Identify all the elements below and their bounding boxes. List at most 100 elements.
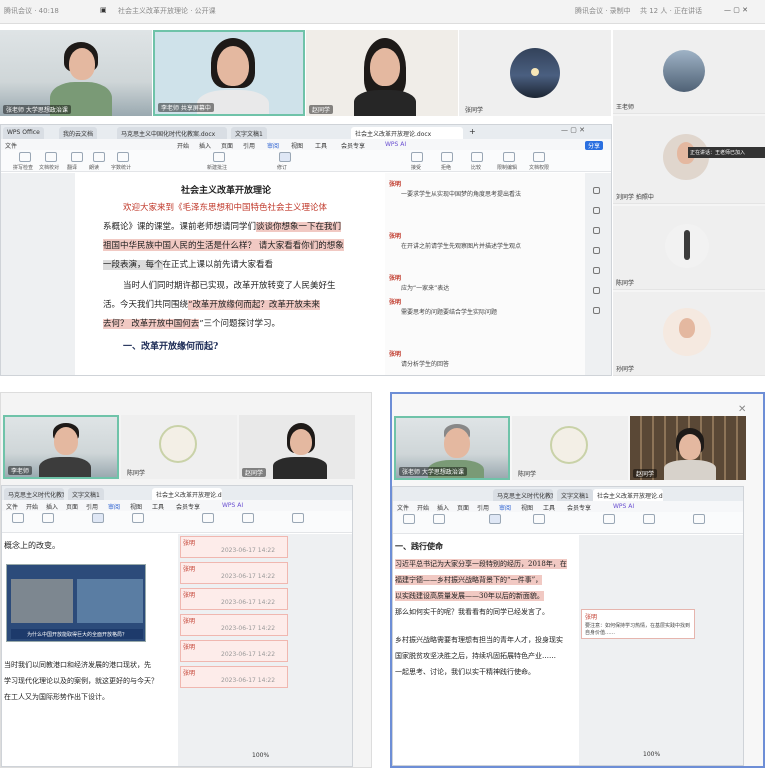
sidebar-tile-4[interactable]: 孙同学: [613, 292, 765, 376]
zoom-level[interactable]: 100%: [643, 751, 660, 758]
menu-file[interactable]: 文件: [5, 141, 17, 150]
comment-card[interactable]: 张明 2023-06-17 14:22: [180, 588, 288, 610]
video-tile-9[interactable]: 陈同学: [512, 416, 628, 480]
spellcheck-icon[interactable]: [19, 152, 31, 162]
menu-wps-ai[interactable]: WPS AI: [385, 141, 406, 148]
tab-cloud[interactable]: 我的云文档: [59, 127, 98, 139]
menu-insert[interactable]: 插入: [199, 141, 211, 150]
menu-view[interactable]: 视图: [521, 503, 533, 512]
participants-status[interactable]: 共 12 人 · 正在讲话: [640, 6, 702, 16]
comment-card[interactable]: 张明 2023-06-17 14:22: [180, 640, 288, 662]
menu-reference[interactable]: 引用: [86, 502, 98, 511]
restrict-edit-icon[interactable]: [503, 152, 515, 162]
menu-tools[interactable]: 工具: [543, 503, 555, 512]
menu-home[interactable]: 开始: [417, 503, 429, 512]
menu-home[interactable]: 开始: [177, 141, 189, 150]
menu-member[interactable]: 会员专享: [341, 141, 365, 150]
recording-status[interactable]: 腾讯会议 · 录制中: [575, 6, 631, 16]
tools-icon[interactable]: [593, 247, 600, 254]
menu-tools[interactable]: 工具: [152, 502, 164, 511]
menu-home[interactable]: 开始: [26, 502, 38, 511]
tab-doc-2[interactable]: 文字文稿1: [68, 488, 104, 500]
ribbon-icon[interactable]: [242, 513, 254, 523]
read-aloud-icon[interactable]: [93, 152, 105, 162]
accept-icon[interactable]: [411, 152, 423, 162]
video-tile-10[interactable]: 赵同学: [630, 416, 746, 480]
comment-text[interactable]: 在开讲之前请学生先观察图片并描述学生观点: [401, 241, 521, 250]
track-changes-icon[interactable]: [279, 152, 291, 162]
comment-card[interactable]: 张明 2023-06-17 14:22: [180, 536, 288, 558]
ribbon-icon[interactable]: [132, 513, 144, 523]
ribbon-icon[interactable]: [603, 514, 615, 524]
shape-icon[interactable]: [593, 267, 600, 274]
ribbon-icon[interactable]: [292, 513, 304, 523]
doc-permission-icon[interactable]: [533, 152, 545, 162]
track-changes-icon[interactable]: [92, 513, 104, 523]
sidebar-tile-2[interactable]: 正在讲话：王老师已加入 刘同学 拍照中: [613, 116, 765, 204]
compare-icon[interactable]: [471, 152, 483, 162]
document-page[interactable]: 概念上的改变。 为什么中国开放能取得巨大的全面开放格局？ 当时我们以同教港口和经…: [2, 534, 178, 766]
clock-icon[interactable]: [593, 287, 600, 294]
ribbon-icon[interactable]: [12, 513, 24, 523]
translate-icon[interactable]: [71, 152, 83, 162]
video-tile-1[interactable]: 张老师 大学思想政治课: [0, 30, 152, 116]
menu-file[interactable]: 文件: [6, 502, 18, 511]
video-tile-2-active-speaker[interactable]: 李老师 共享屏幕中: [153, 30, 305, 116]
menu-member[interactable]: 会员专享: [176, 502, 200, 511]
ribbon-icon[interactable]: [433, 514, 445, 524]
new-tab-icon[interactable]: +: [469, 127, 476, 136]
ribbon-icon[interactable]: [533, 514, 545, 524]
video-tile-4[interactable]: 张同学: [459, 30, 611, 116]
tab-doc-1[interactable]: 马克思主义中国化时代化教案.docx: [117, 127, 227, 139]
comment-card[interactable]: 张明 2023-06-17 14:22: [180, 614, 288, 636]
menu-tools[interactable]: 工具: [315, 141, 327, 150]
menu-file[interactable]: 文件: [397, 503, 409, 512]
proofread-icon[interactable]: [45, 152, 57, 162]
menu-wps-ai[interactable]: WPS AI: [222, 502, 243, 509]
tab-doc-2[interactable]: 文字文稿1: [231, 127, 267, 139]
video-tile-8[interactable]: 张老师 大学思想政治课: [394, 416, 510, 480]
tab-doc-2[interactable]: 文字文稿1: [557, 489, 593, 501]
sidebar-tile-3[interactable]: 陈同学: [613, 206, 765, 290]
track-changes-icon[interactable]: [489, 514, 501, 524]
comment-text[interactable]: 请分析学生的回答: [401, 359, 449, 368]
ribbon-icon[interactable]: [643, 514, 655, 524]
comment-text[interactable]: 应为“一家来”表达: [401, 283, 449, 292]
document-page[interactable]: 一、践行使命 习近平总书记为大家分享一段特别的经历，2018年，在 福建宁德——…: [393, 535, 579, 765]
comment-card[interactable]: 张明 2023-06-17 14:22: [180, 562, 288, 584]
menu-page[interactable]: 页面: [66, 502, 78, 511]
menu-page[interactable]: 页面: [457, 503, 469, 512]
video-tile-6[interactable]: 陈同学: [121, 415, 237, 479]
zoom-level[interactable]: 100%: [252, 752, 269, 759]
tab-doc-active[interactable]: 社会主义改革开放理论.docx: [152, 488, 222, 500]
select-icon[interactable]: [593, 207, 600, 214]
comment-text[interactable]: 一要求学生从实现中国梦的角度思考提出看法: [401, 189, 521, 198]
tab-doc-active[interactable]: 社会主义改革开放理论.docx: [593, 489, 663, 501]
ribbon-icon[interactable]: [693, 514, 705, 524]
tab-doc-1[interactable]: 马克思主义时代化教案.docx: [4, 488, 64, 500]
menu-reference[interactable]: 引用: [243, 141, 255, 150]
menu-insert[interactable]: 插入: [46, 502, 58, 511]
menu-insert[interactable]: 插入: [437, 503, 449, 512]
menu-member[interactable]: 会员专享: [567, 503, 591, 512]
menu-wps-ai[interactable]: WPS AI: [613, 503, 634, 510]
comment-text[interactable]: 需要思考的问题要结合学生实际问题: [401, 307, 497, 316]
menu-review[interactable]: 审阅: [499, 503, 511, 512]
video-tile-7[interactable]: 赵同学: [239, 415, 355, 479]
share-button[interactable]: 分享: [585, 141, 604, 150]
reject-icon[interactable]: [441, 152, 453, 162]
word-count-icon[interactable]: [117, 152, 129, 162]
tab-wps[interactable]: WPS Office: [3, 127, 44, 139]
sidebar-tile-1[interactable]: 王老师: [613, 30, 765, 114]
video-tile-3[interactable]: 赵同学: [306, 30, 458, 116]
tab-doc-1[interactable]: 马克思主义时代化教案.docx: [493, 489, 553, 501]
tab-doc-active[interactable]: 社会主义改革开放理论.docx: [351, 127, 463, 139]
ribbon-icon[interactable]: [403, 514, 415, 524]
menu-reference[interactable]: 引用: [477, 503, 489, 512]
menu-page[interactable]: 页面: [221, 141, 233, 150]
menu-view[interactable]: 视图: [291, 141, 303, 150]
ribbon-icon[interactable]: [202, 513, 214, 523]
close-icon[interactable]: ✕: [738, 404, 746, 415]
comment-card[interactable]: 张明 要注意：如何保持学习热情，在基层实践中找到自身价值……: [581, 609, 695, 639]
window-controls-icon[interactable]: — ▢ ✕: [724, 6, 748, 14]
